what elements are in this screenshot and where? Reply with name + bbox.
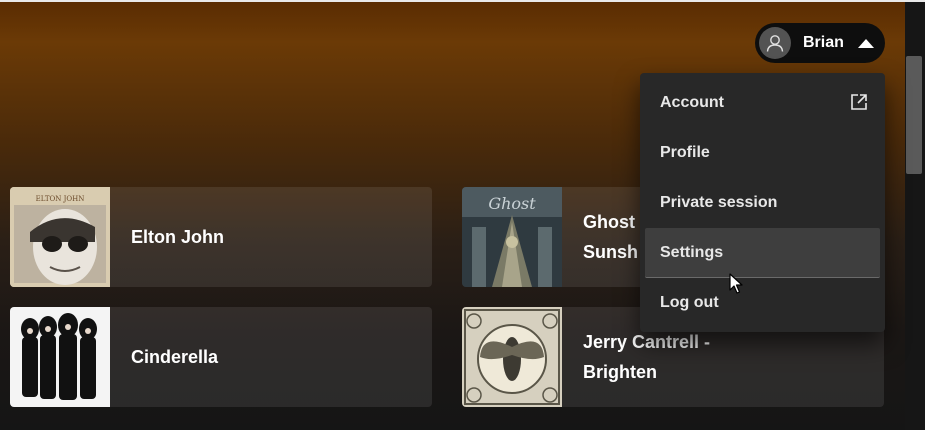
shortcut-card-elton-john[interactable]: ELTON JOHN Elton John	[10, 187, 432, 287]
ghost-cover: Ghost	[462, 187, 562, 287]
shortcut-title: Elton John	[131, 227, 224, 247]
menu-item-label: Settings	[660, 243, 724, 261]
menu-item-label: Account	[660, 94, 724, 111]
menu-item-settings[interactable]: Settings	[645, 228, 880, 278]
scrollbar-thumb[interactable]	[906, 56, 922, 174]
shortcut-card-cinderella[interactable]: Cinderella	[10, 307, 432, 407]
menu-item-log-out[interactable]: Log out	[645, 278, 880, 328]
external-link-icon	[851, 94, 867, 110]
shortcut-title-line-1: Jerry Cantrell -	[583, 332, 711, 352]
caret-up-icon	[857, 38, 874, 48]
menu-item-label: Log out	[660, 294, 719, 311]
menu-item-label: Private session	[660, 194, 778, 211]
menu-item-label: Profile	[660, 144, 710, 161]
menu-item-private-session[interactable]: Private session	[645, 178, 880, 228]
user-menu-button[interactable]: Brian	[755, 23, 885, 63]
user-dropdown-menu: Account Profile Private session Settings…	[640, 73, 885, 332]
shortcut-title-line-2: Brighten	[583, 362, 657, 382]
mouse-cursor-icon	[729, 273, 743, 294]
svg-text:ELTON JOHN: ELTON JOHN	[36, 195, 85, 203]
svg-text:Ghost: Ghost	[488, 194, 536, 213]
user-name: Brian	[803, 34, 844, 51]
jerry-cantrell-cover	[462, 307, 562, 407]
user-icon	[766, 35, 784, 52]
elton-john-cover: ELTON JOHN	[10, 187, 110, 287]
shortcut-title: Cinderella	[131, 347, 219, 367]
avatar	[759, 27, 791, 59]
menu-item-account[interactable]: Account	[645, 78, 880, 128]
shortcut-title-line-1: Ghost	[583, 212, 635, 232]
cinderella-cover	[10, 307, 110, 407]
shortcut-title-line-2: Sunsh	[583, 242, 639, 262]
shortcut-title: Jerry Cantrell - Brighten	[583, 327, 783, 387]
menu-item-profile[interactable]: Profile	[645, 128, 880, 178]
